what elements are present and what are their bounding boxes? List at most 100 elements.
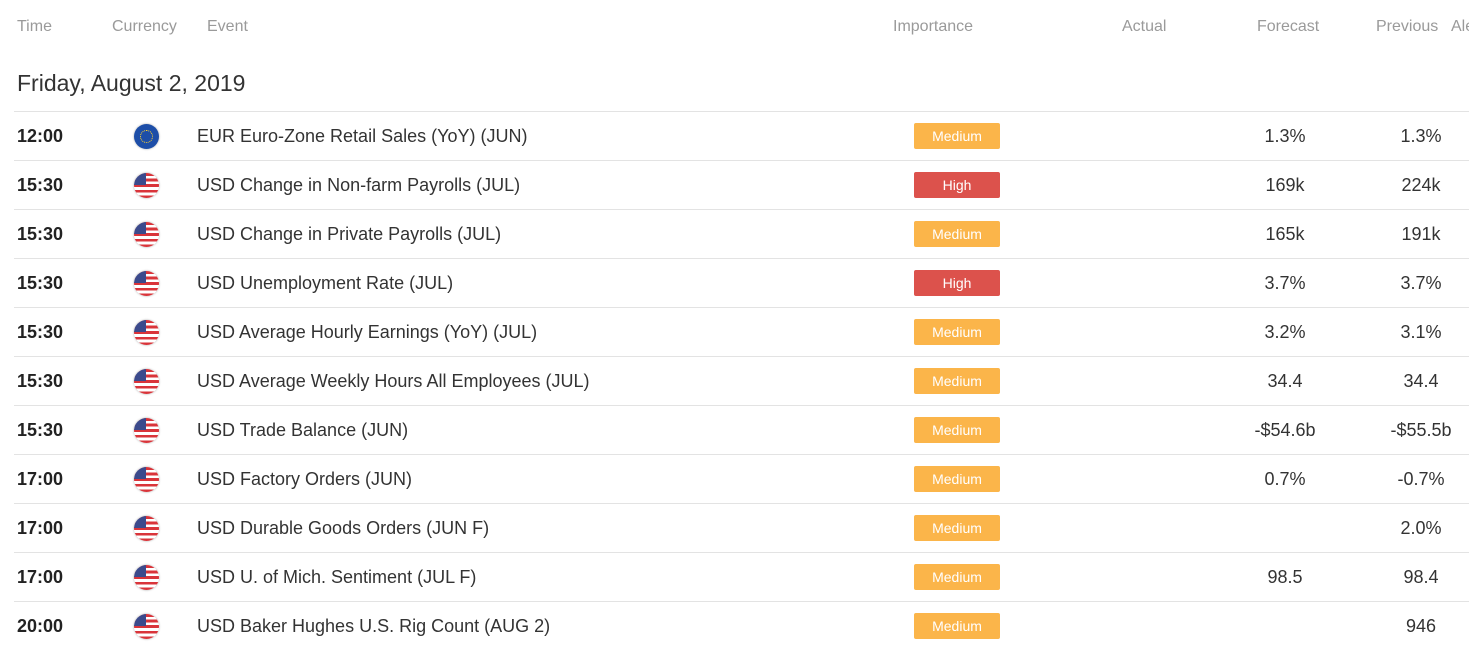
event-time: 15:30 xyxy=(17,322,64,342)
importance-cell: Medium xyxy=(914,123,1000,149)
event-name[interactable]: USD Average Weekly Hours All Employees (… xyxy=(197,357,589,405)
event-time: 15:30 xyxy=(17,420,64,440)
importance-badge: Medium xyxy=(914,368,1000,394)
table-row[interactable]: 17:00 USD U. of Mich. Sentiment (JUL F) Me… xyxy=(14,552,1469,601)
importance-cell: High xyxy=(914,270,1000,296)
table-row[interactable]: 15:30 USD Average Hourly Earnings (YoY) (… xyxy=(14,307,1469,356)
actual-value xyxy=(1104,406,1194,454)
currency-flag xyxy=(134,369,159,394)
event-name[interactable]: USD Average Hourly Earnings (YoY) (JUL) xyxy=(197,308,537,356)
table-row[interactable]: 17:00 USD Factory Orders (JUN) Medium 0.7% -… xyxy=(14,454,1469,503)
event-time: 17:00 xyxy=(17,567,64,587)
previous-value: -$55.5b xyxy=(1390,420,1452,440)
us-flag-icon xyxy=(134,271,159,296)
header-alert[interactable]: Ale xyxy=(1451,18,1469,36)
actual-value xyxy=(1104,112,1194,160)
previous-value: 34.4 xyxy=(1403,371,1439,391)
us-flag-icon xyxy=(134,320,159,345)
currency-flag xyxy=(134,222,159,247)
event-name[interactable]: USD Factory Orders (JUN) xyxy=(197,455,412,503)
importance-cell: Medium xyxy=(914,515,1000,541)
currency-flag xyxy=(134,565,159,590)
table-header: Time Currency Event Importance Actual Fo… xyxy=(0,0,1469,54)
event-time: 17:00 xyxy=(17,518,64,538)
currency-flag xyxy=(134,418,159,443)
importance-badge: Medium xyxy=(914,564,1000,590)
actual-value xyxy=(1104,308,1194,356)
table-row[interactable]: 15:30 USD Unemployment Rate (JUL) High 3.7%… xyxy=(14,258,1469,307)
header-forecast[interactable]: Forecast xyxy=(1257,18,1319,36)
previous-value: 2.0% xyxy=(1400,518,1442,538)
us-flag-icon xyxy=(134,222,159,247)
actual-value xyxy=(1104,504,1194,552)
forecast-value: 3.2% xyxy=(1264,322,1306,342)
forecast-value: 0.7% xyxy=(1264,469,1306,489)
table-row[interactable]: 15:30 USD Change in Non-farm Payrolls (JU… xyxy=(14,160,1469,209)
event-time: 12:00 xyxy=(17,126,64,146)
us-flag-icon xyxy=(134,467,159,492)
table-row[interactable]: 15:30 USD Trade Balance (JUN) Medium -$54.6… xyxy=(14,405,1469,454)
currency-flag xyxy=(134,271,159,296)
header-actual[interactable]: Actual xyxy=(1122,18,1166,36)
header-time[interactable]: Time xyxy=(17,18,52,36)
currency-flag xyxy=(134,614,159,639)
forecast-value: 3.7% xyxy=(1264,273,1306,293)
event-name[interactable]: USD Trade Balance (JUN) xyxy=(197,406,408,454)
event-name[interactable]: USD Unemployment Rate (JUL) xyxy=(197,259,453,307)
table-row[interactable]: 17:00 USD Durable Goods Orders (JUN F) Med… xyxy=(14,503,1469,552)
previous-value: 3.7% xyxy=(1400,273,1442,293)
importance-cell: Medium xyxy=(914,417,1000,443)
event-name[interactable]: USD Baker Hughes U.S. Rig Count (AUG 2) xyxy=(197,602,550,650)
actual-value xyxy=(1104,210,1194,258)
header-currency[interactable]: Currency xyxy=(112,18,177,36)
forecast-value: 98.5 xyxy=(1267,567,1303,587)
importance-cell: Medium xyxy=(914,466,1000,492)
actual-value xyxy=(1104,161,1194,209)
table-row[interactable]: 20:00 USD Baker Hughes U.S. Rig Count (AU… xyxy=(14,601,1469,650)
table-row[interactable]: 12:00 EUR Euro-Zone Retail Sales (YoY) (J… xyxy=(14,111,1469,160)
forecast-value: 34.4 xyxy=(1267,371,1303,391)
forecast-value xyxy=(1234,602,1336,650)
event-name[interactable]: USD Durable Goods Orders (JUN F) xyxy=(197,504,489,552)
forecast-value: 169k xyxy=(1265,175,1305,195)
us-flag-icon xyxy=(134,369,159,394)
importance-badge: Medium xyxy=(914,319,1000,345)
currency-flag xyxy=(134,516,159,541)
table-row[interactable]: 15:30 USD Average Weekly Hours All Employ… xyxy=(14,356,1469,405)
event-name[interactable]: EUR Euro-Zone Retail Sales (YoY) (JUN) xyxy=(197,112,527,160)
forecast-value xyxy=(1234,504,1336,552)
previous-value: 98.4 xyxy=(1403,567,1439,587)
previous-value: 946 xyxy=(1405,616,1437,636)
event-name[interactable]: USD Change in Private Payrolls (JUL) xyxy=(197,210,501,258)
event-time: 20:00 xyxy=(17,616,64,636)
importance-cell: Medium xyxy=(914,613,1000,639)
forecast-value: 1.3% xyxy=(1264,126,1306,146)
header-event[interactable]: Event xyxy=(207,18,248,36)
importance-badge: Medium xyxy=(914,417,1000,443)
event-name[interactable]: USD Change in Non-farm Payrolls (JUL) xyxy=(197,161,520,209)
date-heading: Friday, August 2, 2019 xyxy=(17,70,246,96)
header-previous[interactable]: Previous xyxy=(1376,18,1438,36)
economic-calendar: Time Currency Event Importance Actual Fo… xyxy=(0,0,1469,657)
event-time: 15:30 xyxy=(17,371,64,391)
importance-cell: Medium xyxy=(914,221,1000,247)
currency-flag xyxy=(134,320,159,345)
importance-cell: High xyxy=(914,172,1000,198)
previous-value: 191k xyxy=(1401,224,1441,244)
table-row[interactable]: 15:30 USD Change in Private Payrolls (JUL… xyxy=(14,209,1469,258)
eu-flag-icon xyxy=(134,124,159,149)
importance-badge: High xyxy=(914,172,1000,198)
currency-flag xyxy=(134,467,159,492)
importance-badge: Medium xyxy=(914,123,1000,149)
event-time: 15:30 xyxy=(17,175,64,195)
importance-badge: High xyxy=(914,270,1000,296)
importance-cell: Medium xyxy=(914,368,1000,394)
importance-badge: Medium xyxy=(914,466,1000,492)
actual-value xyxy=(1104,357,1194,405)
event-time: 15:30 xyxy=(17,224,64,244)
importance-cell: Medium xyxy=(914,319,1000,345)
header-importance[interactable]: Importance xyxy=(893,18,973,36)
us-flag-icon xyxy=(134,418,159,443)
event-time: 15:30 xyxy=(17,273,64,293)
event-name[interactable]: USD U. of Mich. Sentiment (JUL F) xyxy=(197,553,476,601)
